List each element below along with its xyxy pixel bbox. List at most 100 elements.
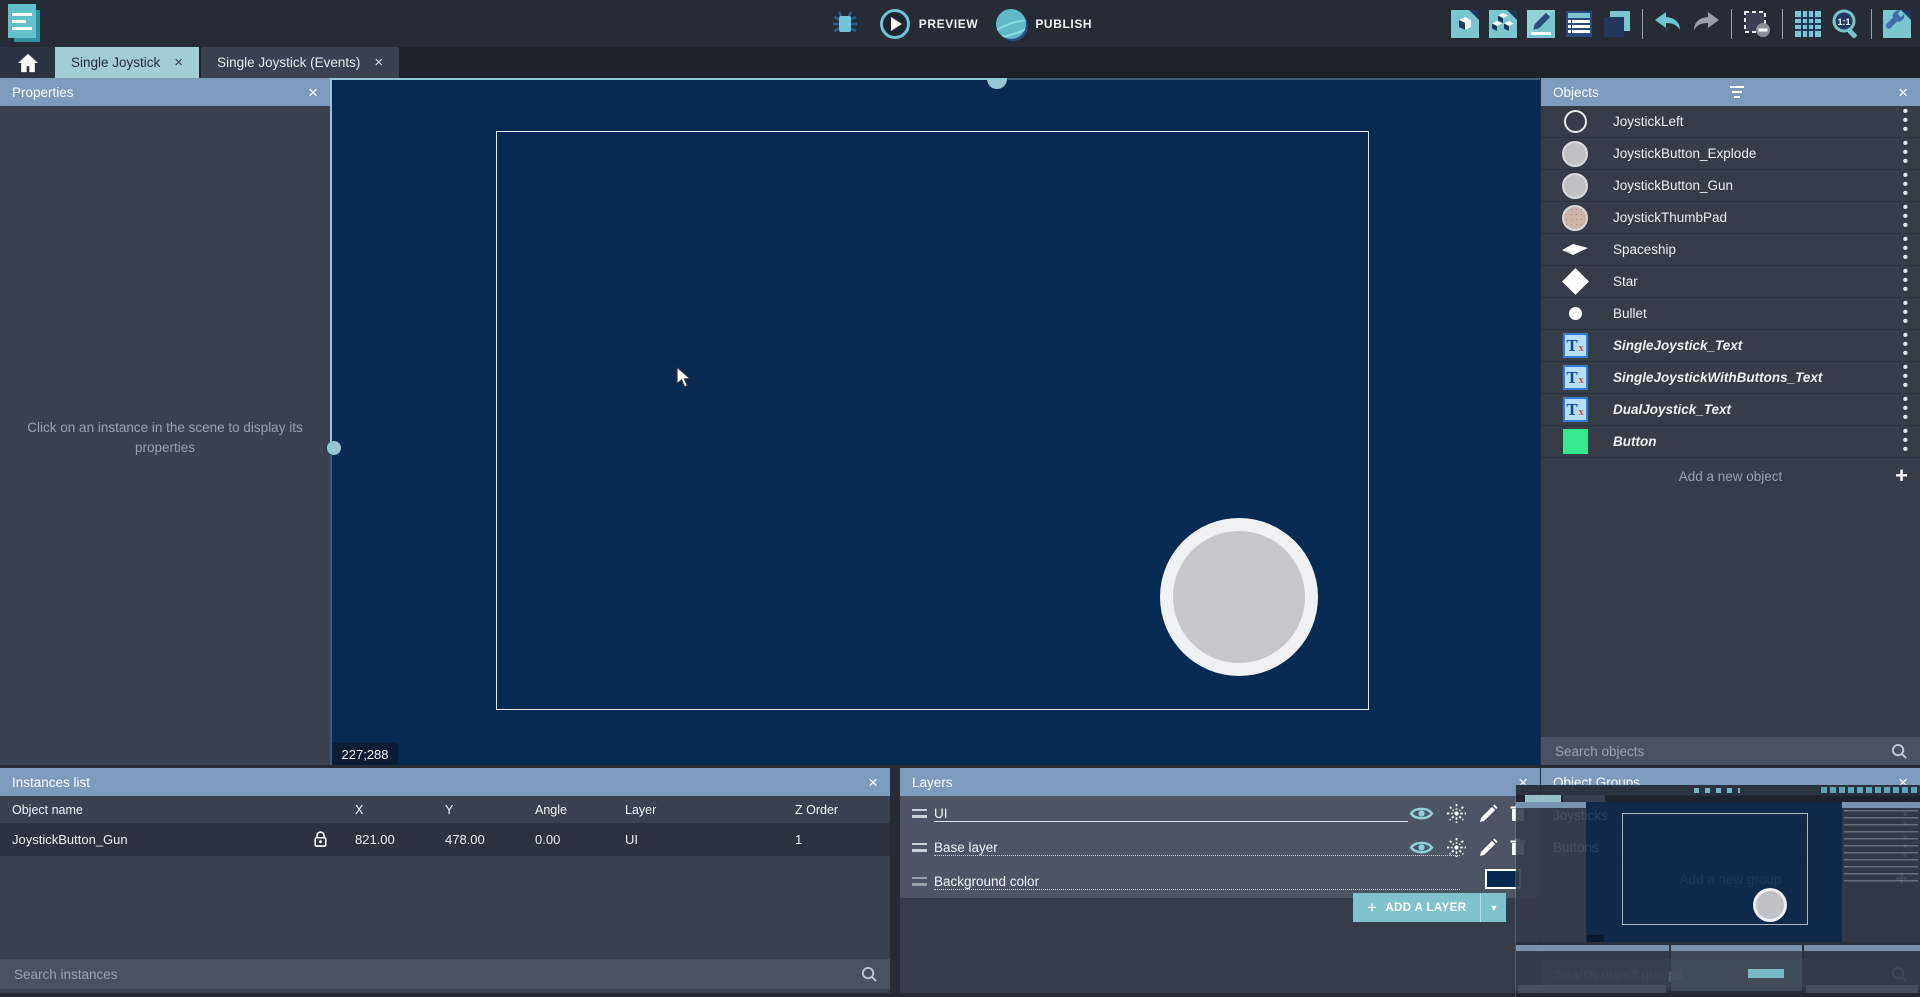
instance-z-order: 1 [795,832,802,847]
object-name: JoystickButton_Explode [1613,146,1756,161]
settings-button[interactable] [1880,6,1914,42]
object-row-spaceship[interactable]: Spaceship ••• [1541,234,1920,266]
home-tab[interactable] [0,47,55,78]
object-name: JoystickButton_Gun [1613,178,1733,193]
drag-handle-icon[interactable] [912,809,927,818]
layer-row-ui[interactable]: UI [900,796,1540,830]
top-bar: PREVIEW PUBLISH [0,0,1920,47]
layer-row-base-layer[interactable]: Base layer [900,830,1540,864]
mini-object-groups-header [1804,945,1920,951]
object-row-singlejoystickwithbuttons-text[interactable]: Tx SingleJoystickWithButtons_Text ••• [1541,362,1920,394]
object-menu-icon[interactable]: ••• [1903,107,1908,135]
debug-button[interactable] [828,6,862,42]
publish-button[interactable]: PUBLISH [996,9,1092,39]
instances-list-panel-button[interactable] [1562,6,1596,42]
add-layer-label: ADD A LAYER [1385,902,1466,914]
scene-canvas[interactable]: 227;288 [330,78,1540,765]
object-menu-icon[interactable]: ••• [1903,395,1908,423]
object-row-joystickbutton-gun[interactable]: JoystickButton_Gun ••• [1541,170,1920,202]
object-row-joystickbutton-explode[interactable]: JoystickButton_Explode ••• [1541,138,1920,170]
object-row-bullet[interactable]: Bullet ••• [1541,298,1920,330]
edit-layer-pencil-icon[interactable] [1479,804,1498,823]
object-name: Star [1613,274,1638,289]
filter-icon[interactable] [1730,86,1744,98]
close-icon[interactable]: × [174,55,183,70]
layers-panel-button[interactable] [1600,6,1634,42]
instance-row-joystickbutton-gun[interactable]: JoystickButton_Gun 821.00 478.00 0.00 UI… [0,823,890,856]
object-row-joystickleft[interactable]: JoystickLeft ••• [1541,106,1920,138]
visibility-eye-icon[interactable] [1409,805,1434,822]
search-instances-input[interactable] [12,966,861,983]
search-objects-bar [1541,737,1920,765]
add-layer-button[interactable]: + ADD A LAYER ▼ [1353,893,1506,922]
chevron-down-icon: ▼ [1489,903,1498,913]
object-row-singlejoystick-text[interactable]: Tx SingleJoystick_Text ••• [1541,330,1920,362]
grid-button[interactable] [1791,6,1825,42]
tab-single-joystick-events[interactable]: Single Joystick (Events) × [201,47,399,78]
object-row-button[interactable]: Button ••• [1541,426,1920,458]
object-menu-icon[interactable]: ••• [1903,203,1908,231]
mini-joystick-button [1753,888,1787,922]
object-row-joystickthumbpad[interactable]: JoystickThumbPad ••• [1541,202,1920,234]
object-menu-icon[interactable]: ••• [1903,171,1908,199]
close-icon[interactable]: × [1898,84,1908,101]
object-groups-panel-button[interactable] [1486,6,1520,42]
layer-name[interactable]: Base layer [934,840,998,855]
objects-panel-button[interactable] [1448,6,1482,42]
layer-effects-icon[interactable] [1446,803,1467,824]
properties-panel-button[interactable] [1524,6,1558,42]
close-icon[interactable]: × [374,55,383,70]
joystick-button-instance[interactable] [1160,518,1318,676]
object-menu-icon[interactable]: ••• [1903,331,1908,359]
canvas-vertical-scroll-track[interactable] [330,78,332,442]
canvas-vertical-scroll-track[interactable] [330,455,332,765]
close-icon[interactable]: × [308,84,318,101]
toolbar-separator [1642,9,1643,39]
object-menu-icon[interactable]: ••• [1903,139,1908,167]
object-menu-icon[interactable]: ••• [1903,299,1908,327]
object-row-star[interactable]: Star ••• [1541,266,1920,298]
canvas-horizontal-scroll-track[interactable] [330,78,988,80]
zoom-1-1-button[interactable]: 1:1 [1829,6,1863,42]
wrench-icon [1882,9,1912,39]
column-y: Y [445,803,453,817]
mini-inactive-tab [1563,795,1605,802]
mini-screenshot-overlay[interactable] [1516,785,1920,997]
canvas-horizontal-scroll-handle[interactable] [987,78,1007,89]
close-icon[interactable]: × [868,774,878,791]
preview-button[interactable]: PREVIEW [880,9,979,39]
tab-label: Single Joystick [71,55,160,70]
edit-layer-pencil-icon[interactable] [1479,838,1498,857]
mouse-cursor [675,366,695,390]
text-object-icon: Tx [1563,365,1588,390]
redo-button[interactable] [1689,6,1723,42]
object-row-dualjoystick-text[interactable]: Tx DualJoystick_Text ••• [1541,394,1920,426]
object-menu-icon[interactable]: ••• [1903,267,1908,295]
instance-angle: 0.00 [535,832,560,847]
object-menu-icon[interactable]: ••• [1903,363,1908,391]
object-menu-icon[interactable]: ••• [1903,235,1908,263]
column-x: X [355,803,363,817]
lock-icon[interactable] [310,829,331,850]
undo-button[interactable] [1651,6,1685,42]
search-objects-input[interactable] [1553,743,1891,760]
add-object-button[interactable]: Add a new object + [1541,460,1920,492]
layer-effects-icon[interactable] [1446,837,1467,858]
tab-single-joystick[interactable]: Single Joystick × [55,47,199,78]
canvas-vertical-scroll-handle[interactable] [327,441,341,455]
diamond-icon [1562,268,1589,295]
redo-icon [1690,9,1722,39]
object-menu-icon[interactable]: ••• [1903,427,1908,455]
visibility-eye-icon[interactable] [1409,839,1434,856]
layer-name[interactable]: UI [934,806,948,821]
object-name: SingleJoystick_Text [1613,338,1742,353]
mini-active-tab [1525,795,1561,802]
delete-selection-button[interactable] [1740,6,1774,42]
instances-title: Instances list [12,775,90,790]
canvas-horizontal-scroll-track[interactable] [1006,78,1540,80]
add-layer-dropdown[interactable]: ▼ [1480,893,1506,922]
object-name: JoystickLeft [1613,114,1684,129]
drag-handle-icon[interactable] [912,843,927,852]
list-icon [1564,9,1594,39]
text-object-icon: Tx [1563,333,1588,358]
